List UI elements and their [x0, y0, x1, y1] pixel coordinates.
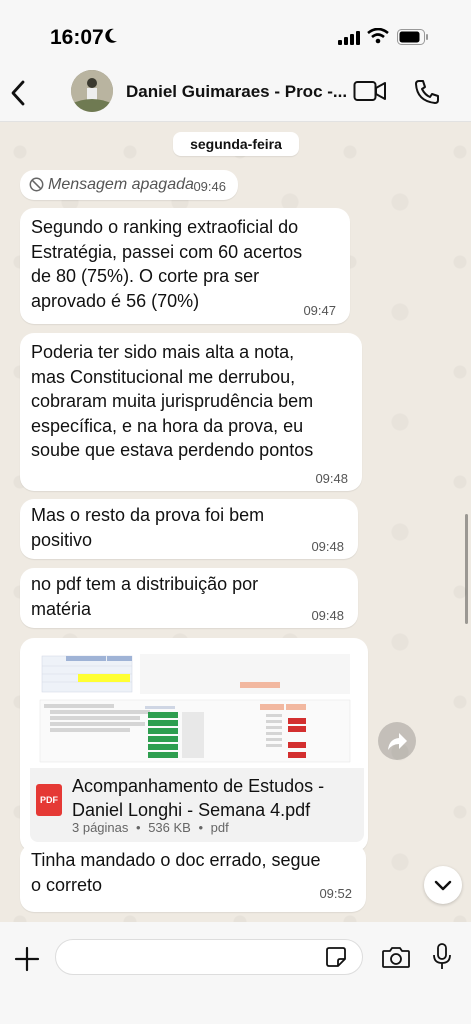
plus-icon[interactable]	[14, 946, 40, 972]
contact-avatar[interactable]	[71, 70, 113, 112]
deleted-block-icon	[29, 177, 44, 192]
pdf-file-icon: PDF	[36, 784, 62, 816]
status-time: 16:07	[50, 26, 104, 49]
day-divider: segunda-feira	[173, 132, 299, 156]
phone-call-icon[interactable]	[413, 78, 441, 106]
document-type: pdf	[210, 820, 229, 835]
message-bubble[interactable]: Tinha mandado o doc errado, segue o corr…	[20, 844, 366, 912]
cellular-signal-icon	[338, 31, 360, 45]
document-meta-separator: •	[136, 820, 141, 835]
document-title: Acompanhamento de Estudos - Daniel Longh…	[72, 776, 325, 820]
message-bubble[interactable]: Mas o resto da prova foi bem positivo 09…	[20, 499, 358, 559]
document-size: 536 KB	[148, 820, 191, 835]
pdf-preview-thumbnail[interactable]	[30, 648, 358, 768]
document-meta-separator: •	[198, 820, 204, 835]
message-bubble[interactable]: Poderia ter sido mais alta a nota, mas C…	[20, 333, 362, 491]
document-message-bubble[interactable]: PDF Acompanhamento de Estudos - Daniel L…	[20, 638, 368, 852]
composer-bar	[0, 922, 471, 1024]
spreadsheet-preview-image	[30, 648, 358, 768]
microphone-icon[interactable]	[432, 943, 452, 971]
document-meta: 3 páginas • 536 KB • pdf	[72, 820, 233, 835]
message-time: 09:48	[315, 471, 348, 486]
status-bar: 16:07	[0, 0, 471, 70]
chevron-down-icon	[434, 880, 452, 891]
scrollbar[interactable]	[465, 514, 468, 624]
wifi-icon	[367, 28, 389, 44]
moon-icon	[105, 28, 117, 43]
sticker-icon[interactable]	[325, 946, 347, 968]
document-info[interactable]: PDF Acompanhamento de Estudos - Daniel L…	[30, 768, 364, 842]
message-time: 09:46	[193, 179, 226, 194]
back-chevron-icon[interactable]	[8, 78, 32, 108]
scroll-to-bottom-button[interactable]	[424, 866, 462, 904]
contact-name[interactable]: Daniel Guimaraes - Proc -...	[126, 82, 347, 102]
message-text: Poderia ter sido mais alta a nota, mas C…	[31, 342, 314, 460]
battery-icon	[397, 29, 428, 45]
message-bubble[interactable]: no pdf tem a distribuição por matéria 09…	[20, 568, 358, 628]
chat-area[interactable]: segunda-feira Mensagem apagada 09:46 Seg…	[0, 122, 471, 922]
message-time: 09:47	[303, 303, 336, 318]
deleted-message-bubble[interactable]: Mensagem apagada 09:46	[20, 170, 238, 200]
forward-button[interactable]	[378, 722, 416, 760]
chat-header: Daniel Guimaraes - Proc -...	[0, 70, 471, 122]
video-call-icon[interactable]	[353, 78, 387, 104]
message-text: Segundo o ranking extraoficial do Estrat…	[31, 217, 303, 311]
message-time: 09:52	[319, 886, 352, 901]
message-text: Mas o resto da prova foi bem positivo	[31, 505, 265, 550]
message-time: 09:48	[311, 608, 344, 623]
forward-arrow-icon	[388, 733, 407, 750]
message-bubble[interactable]: Segundo o ranking extraoficial do Estrat…	[20, 208, 350, 324]
message-text: no pdf tem a distribuição por matéria	[31, 574, 259, 619]
message-time: 09:48	[311, 539, 344, 554]
message-text: Tinha mandado o doc errado, segue o corr…	[31, 850, 321, 895]
avatar-photo	[71, 70, 113, 112]
message-input[interactable]	[55, 939, 363, 975]
document-pages: 3 páginas	[72, 820, 129, 835]
camera-icon[interactable]	[381, 945, 411, 969]
deleted-message-text: Mensagem apagada	[48, 176, 194, 193]
